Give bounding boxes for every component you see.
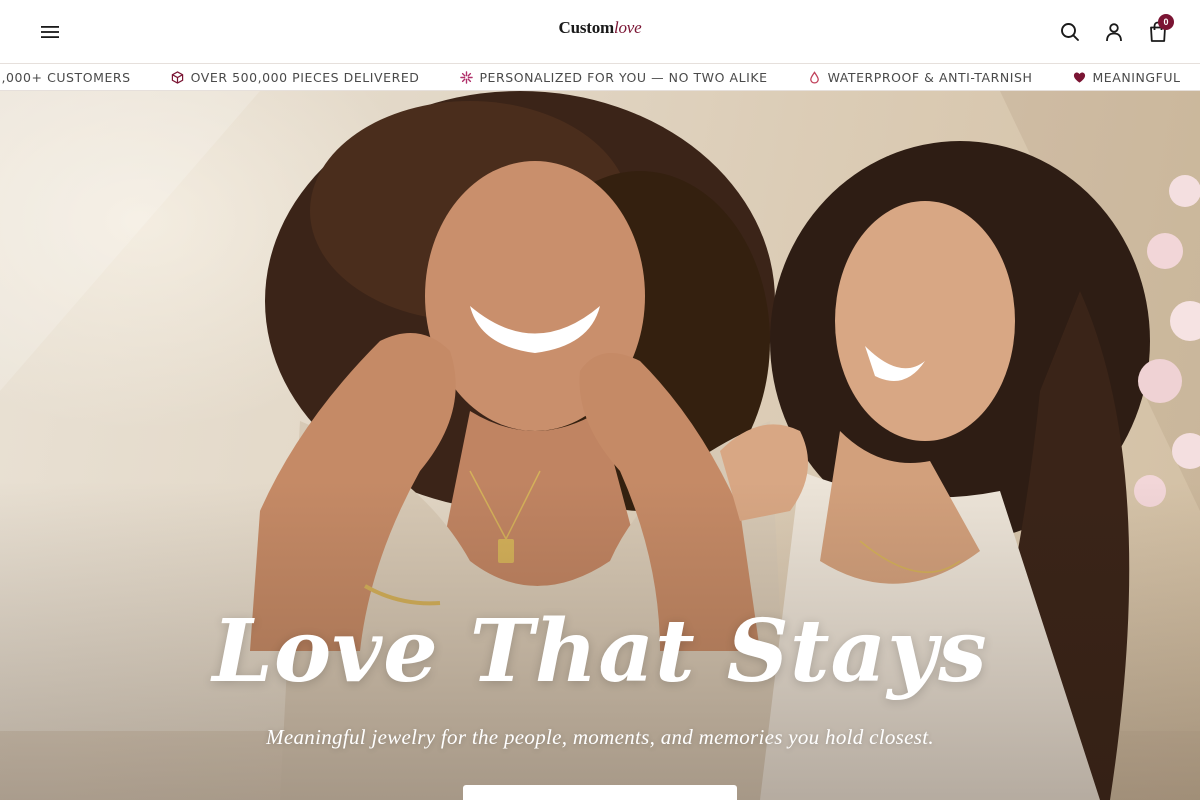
announcement-item: 5,000+ CUSTOMERS: [0, 70, 131, 85]
announcement-text: OVER 500,000 PIECES DELIVERED: [190, 69, 420, 85]
user-icon: [1106, 23, 1122, 42]
sparkle-icon: [459, 70, 473, 84]
water-drop-icon: [808, 70, 822, 84]
announcement-text: PERSONALIZED FOR YOU — NO TWO ALIKE: [479, 69, 768, 85]
site-logo[interactable]: Customlove: [0, 18, 1200, 38]
announcement-item: OVER 500,000 PIECES DELIVERED: [171, 70, 420, 85]
announcement-text: WATERPROOF & ANTI-TARNISH: [827, 69, 1033, 85]
hero-title: Love That Stays: [212, 601, 988, 702]
account-button[interactable]: [1102, 20, 1126, 44]
heart-icon: [1072, 70, 1086, 84]
announcement-item: WATERPROOF & ANTI-TARNISH: [808, 70, 1033, 85]
search-icon: [1061, 23, 1079, 41]
announcement-bar: 5,000+ CUSTOMERS OVER 500,000 PIECES DEL…: [0, 63, 1200, 91]
package-icon: [171, 70, 185, 84]
announcement-item: MEANINGFUL: [1072, 70, 1180, 85]
logo-main-text: Custom: [558, 18, 615, 37]
site-header: Customlove 0: [0, 0, 1200, 63]
logo-accent-text: love: [613, 18, 642, 37]
hero-cta-button[interactable]: [463, 785, 737, 800]
announcement-track: 5,000+ CUSTOMERS OVER 500,000 PIECES DEL…: [0, 64, 1200, 90]
cart-count-badge: 0: [1158, 14, 1174, 30]
search-button[interactable]: [1058, 20, 1082, 44]
hero-banner: Love That Stays Meaningful jewelry for t…: [0, 91, 1200, 800]
announcement-text: MEANINGFUL: [1092, 69, 1181, 85]
announcement-item: PERSONALIZED FOR YOU — NO TWO ALIKE: [459, 70, 767, 85]
announcement-text: 5,000+ CUSTOMERS: [0, 69, 131, 85]
hero-subtitle: Meaningful jewelry for the people, momen…: [266, 725, 934, 749]
